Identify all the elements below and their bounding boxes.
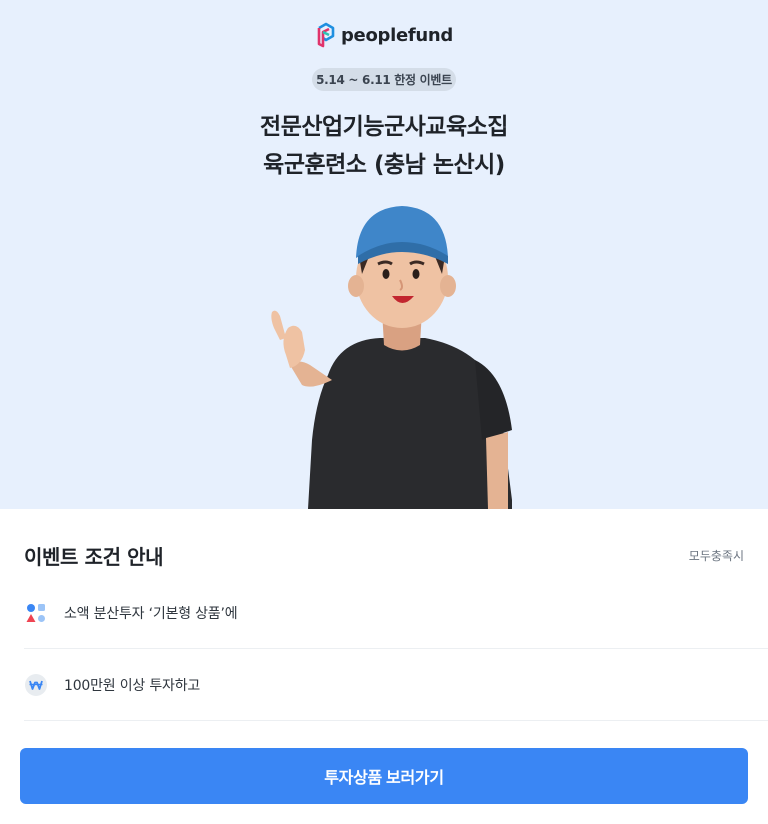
view-products-button[interactable]: 투자상품 보러가기 — [20, 748, 748, 804]
hero-banner: peoplefund 5.14 ~ 6.11 한정 이벤트 전문산업기능군사교육… — [0, 0, 768, 509]
conditions-header: 이벤트 조건 안내 모두충족시 — [24, 541, 744, 570]
hero-title: 전문산업기능군사교육소집 육군훈련소 (충남 논산시) — [0, 108, 768, 184]
condition-text: 소액 분산투자 ‘기본형 상품’에 — [64, 605, 238, 622]
brand-logo: peoplefund — [0, 22, 768, 48]
character-illustration — [271, 206, 512, 509]
condition-item: 100만원 이상 투자하고 — [24, 649, 768, 721]
event-period-badge: 5.14 ~ 6.11 한정 이벤트 — [312, 68, 456, 91]
hero-title-line2: 육군훈련소 (충남 논산시) — [263, 152, 505, 178]
conditions-title: 이벤트 조건 안내 — [24, 545, 164, 569]
peoplefund-logo-icon — [317, 22, 335, 48]
won-icon — [24, 673, 48, 697]
conditions-note: 모두충족시 — [688, 549, 744, 563]
condition-item: 소액 분산투자 ‘기본형 상품’에 — [24, 577, 768, 649]
hero-title-line1: 전문산업기능군사교육소집 — [260, 114, 508, 140]
condition-text: 100만원 이상 투자하고 — [64, 677, 201, 694]
shapes-icon — [24, 601, 48, 625]
brand-name: peoplefund — [340, 24, 454, 46]
